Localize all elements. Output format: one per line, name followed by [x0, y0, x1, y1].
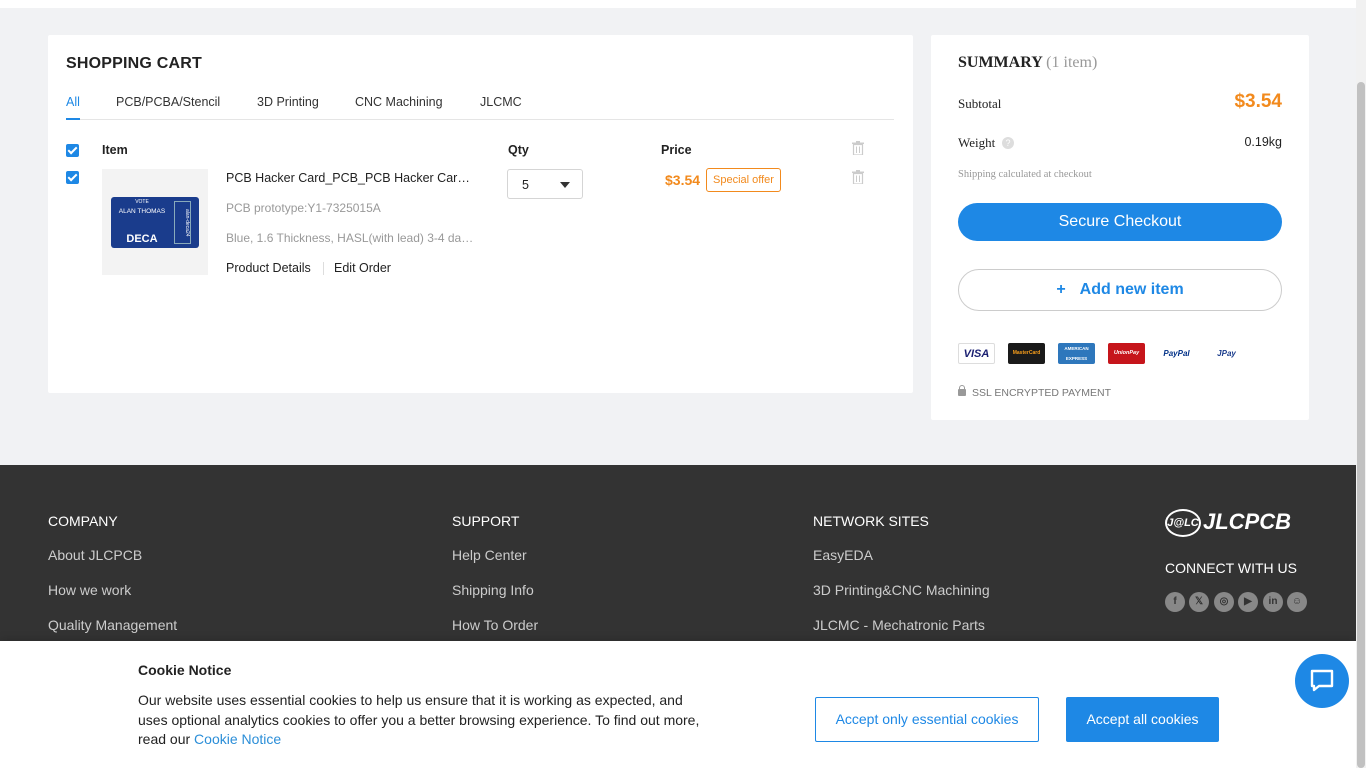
- visa-icon: VISA: [958, 343, 995, 364]
- cookie-title: Cookie Notice: [138, 662, 232, 678]
- weight-value: 0.19kg: [1244, 135, 1282, 149]
- jpay-icon: JPay: [1208, 343, 1245, 364]
- item-price: $3.54: [665, 172, 701, 188]
- weight-label: Weight: [958, 135, 996, 150]
- cookie-banner: Cookie Notice Our website uses essential…: [0, 641, 1356, 768]
- pcb-image: VOTE ALAN THOMAS DECA alan-deca24: [111, 197, 199, 248]
- x-twitter-icon[interactable]: 𝕏: [1189, 592, 1209, 612]
- product-spec: Blue, 1.6 Thickness, HASL(with lead) 3-4…: [226, 231, 476, 245]
- footer-link-3d-cnc[interactable]: 3D Printing&CNC Machining: [813, 582, 990, 598]
- footer-link-shipping[interactable]: Shipping Info: [452, 582, 534, 598]
- cookie-text: Our website uses essential cookies to he…: [138, 692, 700, 747]
- reddit-icon[interactable]: ☺: [1287, 592, 1307, 612]
- footer-link-how-we-work[interactable]: How we work: [48, 582, 131, 598]
- facebook-icon[interactable]: f: [1165, 592, 1185, 612]
- summary-title: SUMMARY (1 item): [958, 54, 1098, 71]
- cart-title: SHOPPING CART: [66, 55, 202, 72]
- item-count: (1 item): [1046, 54, 1098, 71]
- linkedin-icon[interactable]: in: [1263, 592, 1283, 612]
- amex-icon: AMERICAN EXPRESS: [1058, 343, 1095, 364]
- product-id: PCB prototype:Y1-7325015A: [226, 201, 381, 215]
- summary-panel: SUMMARY (1 item) Subtotal $3.54 Weight ?…: [931, 35, 1309, 420]
- plus-icon: +: [1056, 281, 1066, 298]
- tab-all[interactable]: All: [66, 95, 80, 120]
- connect-title: CONNECT WITH US: [1165, 560, 1297, 576]
- mastercard-icon: MasterCard: [1008, 343, 1045, 364]
- ssl-note: SSL ENCRYPTED PAYMENT: [958, 385, 1111, 399]
- footer-link-help-center[interactable]: Help Center: [452, 547, 527, 563]
- footer-link-quality[interactable]: Quality Management: [48, 617, 177, 633]
- shopping-cart-panel: SHOPPING CART All PCB/PCBA/Stencil 3D Pr…: [48, 35, 913, 393]
- footer-link-jlcmc[interactable]: JLCMC - Mechatronic Parts: [813, 617, 985, 633]
- unionpay-icon: UnionPay: [1108, 343, 1145, 364]
- secure-checkout-button[interactable]: Secure Checkout: [958, 203, 1282, 241]
- help-icon[interactable]: ?: [1002, 137, 1014, 149]
- tab-3d-printing[interactable]: 3D Printing: [257, 95, 319, 120]
- qty-select[interactable]: 5: [507, 169, 583, 199]
- tab-pcb[interactable]: PCB/PCBA/Stencil: [116, 95, 220, 120]
- edit-order-link[interactable]: Edit Order: [334, 261, 391, 275]
- instagram-icon[interactable]: ◎: [1214, 592, 1234, 612]
- product-thumbnail[interactable]: VOTE ALAN THOMAS DECA alan-deca24: [102, 169, 208, 275]
- paypal-icon: PayPal: [1158, 343, 1195, 364]
- tab-jlcmc[interactable]: JLCMC: [480, 95, 522, 120]
- scrollbar[interactable]: [1356, 0, 1366, 768]
- jlcpcb-logo[interactable]: J@LC JLCPCB: [1165, 509, 1291, 538]
- column-qty: Qty: [508, 143, 529, 157]
- footer-link-about[interactable]: About JLCPCB: [48, 547, 142, 563]
- item-checkbox[interactable]: [66, 171, 79, 184]
- footer-link-how-to-order[interactable]: How To Order: [452, 617, 538, 633]
- footer-link-easyeda[interactable]: EasyEDA: [813, 547, 873, 563]
- footer-network-title: NETWORK SITES: [813, 513, 929, 529]
- column-price: Price: [661, 143, 692, 157]
- chat-icon[interactable]: [1295, 654, 1349, 708]
- subtotal-value: $3.54: [1234, 91, 1282, 112]
- column-item: Item: [102, 143, 128, 157]
- special-offer-badge: Special offer: [706, 168, 781, 192]
- select-all-checkbox[interactable]: [66, 144, 79, 157]
- tab-cnc-machining[interactable]: CNC Machining: [355, 95, 443, 120]
- youtube-icon[interactable]: ▶: [1238, 592, 1258, 612]
- product-details-link[interactable]: Product Details: [226, 261, 311, 275]
- cart-tabs: All PCB/PCBA/Stencil 3D Printing CNC Mac…: [66, 95, 894, 120]
- lock-icon: [958, 385, 966, 396]
- link-separator: [323, 262, 324, 275]
- qty-value: 5: [522, 178, 529, 192]
- scrollbar-thumb[interactable]: [1357, 82, 1365, 768]
- accept-essential-cookies-button[interactable]: Accept only essential cookies: [815, 697, 1039, 742]
- cookie-notice-link[interactable]: Cookie Notice: [194, 731, 281, 747]
- footer-company-title: COMPANY: [48, 513, 118, 529]
- product-name[interactable]: PCB Hacker Card_PCB_PCB Hacker Card_2024…: [226, 171, 476, 185]
- shipping-note: Shipping calculated at checkout: [958, 169, 1092, 180]
- add-new-item-button[interactable]: + Add new item: [958, 269, 1282, 311]
- delete-item-icon[interactable]: [852, 170, 864, 185]
- footer-support-title: SUPPORT: [452, 513, 520, 529]
- subtotal-label: Subtotal: [958, 96, 1002, 111]
- delete-all-icon[interactable]: [852, 141, 864, 156]
- top-bar: [0, 0, 1356, 8]
- chevron-down-icon: [560, 182, 570, 188]
- accept-all-cookies-button[interactable]: Accept all cookies: [1066, 697, 1219, 742]
